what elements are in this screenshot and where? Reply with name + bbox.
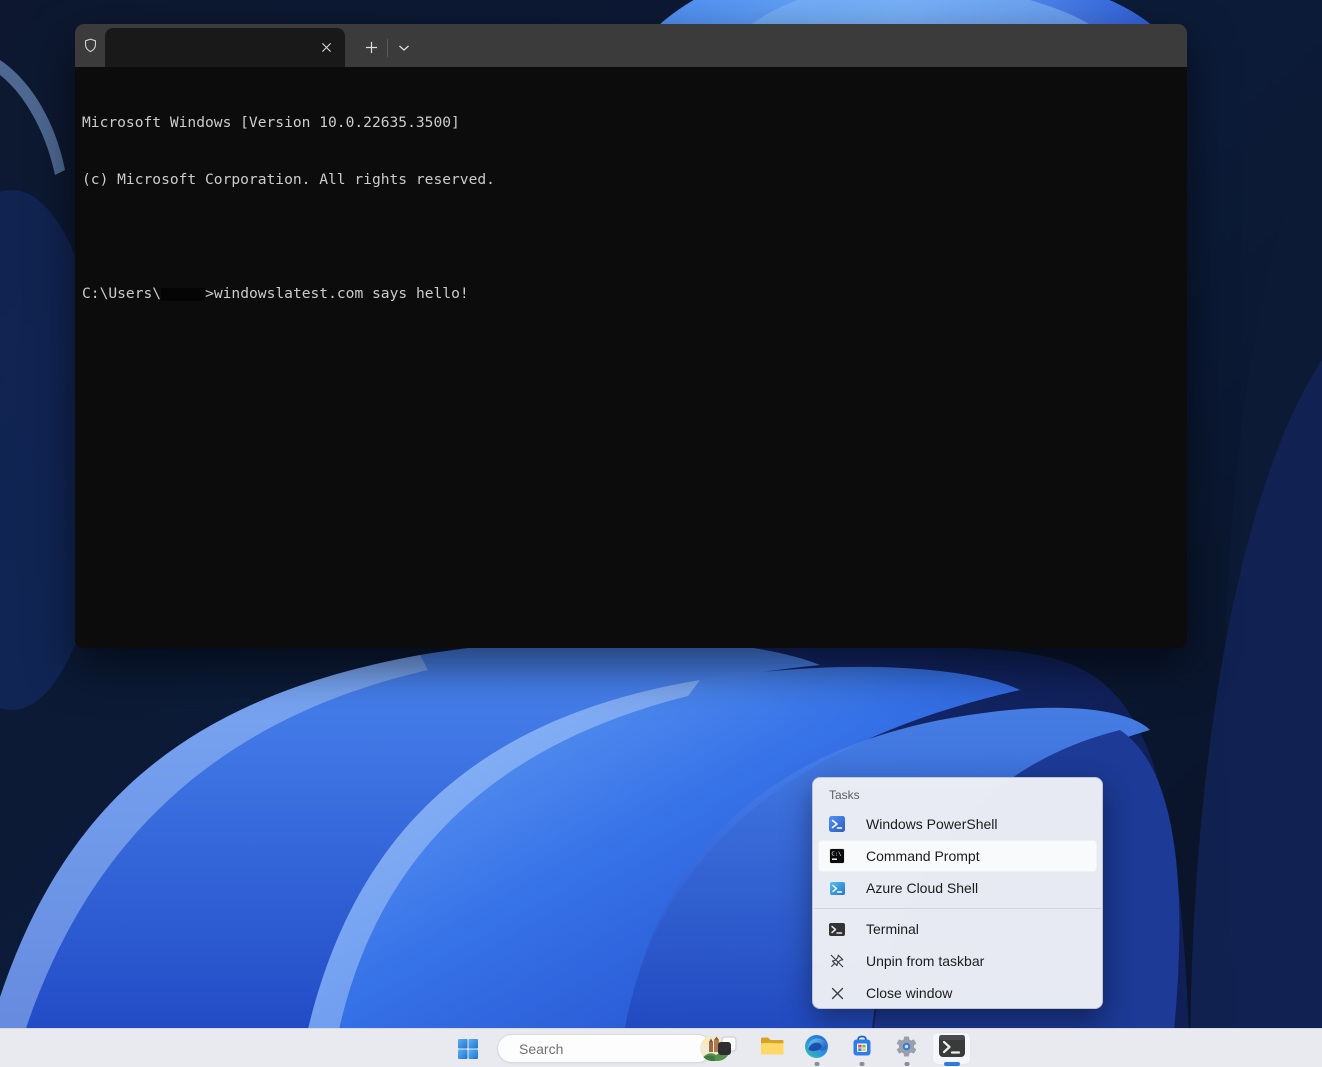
taskbar-jump-list: Tasks Windows PowerShell C:\	[812, 777, 1103, 1009]
store-icon	[850, 1034, 874, 1063]
task-view-button[interactable]	[704, 1029, 749, 1067]
svg-text:C:\: C:\	[831, 852, 841, 858]
close-icon	[829, 985, 845, 1001]
jumplist-section-label: Tasks	[813, 782, 1102, 808]
jumplist-item-azure-cloud-shell[interactable]: Azure Cloud Shell	[818, 872, 1097, 904]
taskbar	[0, 1028, 1322, 1067]
jumplist-item-label: Windows PowerShell	[866, 816, 998, 832]
terminal-window: Microsoft Windows [Version 10.0.22635.35…	[75, 24, 1187, 648]
prompt-command: >windowslatest.com says hello!	[205, 285, 469, 302]
running-indicator	[814, 1062, 819, 1066]
desktop: Microsoft Windows [Version 10.0.22635.35…	[0, 0, 1322, 1067]
start-button[interactable]	[452, 1036, 484, 1062]
command-prompt-icon: C:\	[829, 848, 845, 864]
active-app-indicator	[944, 1062, 960, 1066]
tab-dropdown-button[interactable]	[390, 28, 418, 67]
taskbar-search[interactable]	[497, 1034, 712, 1063]
jumplist-item-label: Unpin from taskbar	[866, 953, 984, 969]
jumplist-item-label: Azure Cloud Shell	[866, 880, 978, 896]
task-view-icon	[715, 1034, 739, 1063]
edge-icon	[804, 1034, 829, 1064]
running-indicator	[904, 1062, 909, 1066]
powershell-icon	[829, 816, 845, 832]
file-explorer-button[interactable]	[749, 1029, 794, 1067]
jumplist-item-windows-powershell[interactable]: Windows PowerShell	[818, 808, 1097, 840]
search-input[interactable]	[519, 1041, 700, 1057]
admin-shield-icon	[75, 24, 105, 67]
jumplist-item-label: Terminal	[866, 921, 919, 937]
azure-cloud-shell-icon	[829, 880, 845, 896]
file-explorer-icon	[759, 1034, 785, 1063]
unpin-icon	[829, 953, 845, 969]
jumplist-item-terminal[interactable]: Terminal	[818, 913, 1097, 945]
titlebar[interactable]	[75, 24, 1187, 67]
terminal-line: Microsoft Windows [Version 10.0.22635.35…	[82, 113, 1187, 132]
redacted-username	[161, 288, 205, 301]
terminal-prompt-line: C:\Users\ >windowslatest.com says hello!	[82, 284, 1187, 303]
jumplist-item-label: Command Prompt	[866, 848, 980, 864]
settings-gear-icon	[894, 1034, 919, 1064]
titlebar-separator	[387, 39, 388, 57]
jumplist-item-command-prompt[interactable]: C:\ Command Prompt	[818, 840, 1097, 872]
windows-logo-icon	[456, 1037, 480, 1061]
jumplist-item-close-window[interactable]: Close window	[818, 977, 1097, 1009]
tab-close-icon[interactable]	[315, 37, 337, 59]
jumplist-item-label: Close window	[866, 985, 952, 1001]
jumplist-divider	[814, 908, 1101, 909]
terminal-tab[interactable]	[105, 28, 345, 67]
edge-button[interactable]	[794, 1029, 839, 1067]
terminal-icon	[829, 921, 845, 937]
taskbar-icons	[704, 1029, 974, 1067]
new-tab-button[interactable]	[357, 28, 385, 67]
running-indicator	[859, 1062, 864, 1066]
store-button[interactable]	[839, 1029, 884, 1067]
terminal-line: (c) Microsoft Corporation. All rights re…	[82, 170, 1187, 189]
settings-button[interactable]	[884, 1029, 929, 1067]
jumplist-item-unpin[interactable]: Unpin from taskbar	[818, 945, 1097, 977]
terminal-line-blank	[82, 227, 1187, 246]
prompt-path: C:\Users\	[82, 285, 161, 302]
terminal-button[interactable]	[929, 1029, 974, 1067]
terminal-output[interactable]: Microsoft Windows [Version 10.0.22635.35…	[75, 67, 1187, 648]
